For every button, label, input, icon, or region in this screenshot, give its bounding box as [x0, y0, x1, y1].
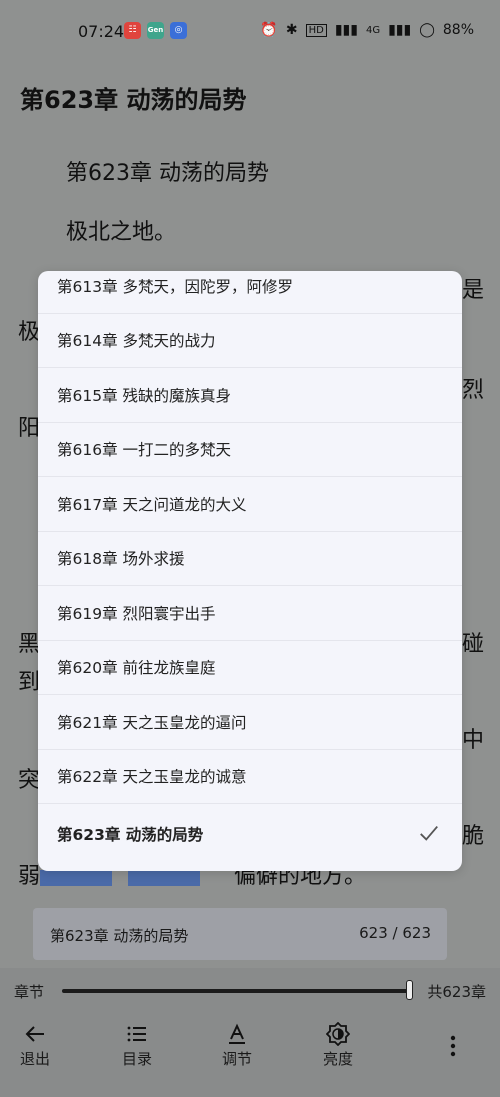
bottom-toolbar: 退出 目录 调节 亮度	[0, 1018, 500, 1088]
reader-text-fragment: 黑	[18, 632, 41, 657]
network-label: 4G	[365, 24, 381, 36]
chapter-title: 第618章 场外求援	[57, 550, 185, 569]
reader-text-fragment: 是	[462, 278, 485, 303]
exit-button[interactable]: 退出	[0, 1018, 70, 1088]
reader-text-fragment: 弱	[18, 864, 41, 889]
adjust-button[interactable]: 调节	[202, 1018, 272, 1088]
reader-text-fragment: 烈	[462, 378, 485, 403]
chapter-title: 第614章 多梵天的战力	[57, 332, 216, 351]
chapter-list-item[interactable]: 第622章 天之玉皇龙的诚意	[38, 750, 462, 804]
wifi-icon: ▮▮▮	[388, 22, 412, 38]
status-indicators: ⏰ ✱ HD ▮▮▮ 4G ▮▮▮ ◯ 88%	[260, 22, 474, 38]
toc-button[interactable]: 目录	[102, 1018, 172, 1088]
status-app-icons: ☷ Gen ◎	[124, 22, 187, 39]
reader-text-fragment: 中	[462, 728, 485, 753]
notification-app-icon: Gen	[147, 22, 164, 39]
chapter-list-item[interactable]: 第617章 天之问道龙的大义	[38, 477, 462, 532]
chapter-title: 第615章 残缺的魔族真身	[57, 386, 232, 405]
notification-app-icon: ◎	[170, 22, 187, 39]
highlight-block	[40, 870, 112, 886]
chapter-list-item[interactable]: 第614章 多梵天的战力	[38, 314, 462, 368]
exit-label: 退出	[19, 1050, 50, 1068]
chapter-list-popup[interactable]: 第613章 多梵天，因陀罗，阿修罗 第614章 多梵天的战力 第615章 残缺的…	[38, 271, 462, 871]
bluetooth-icon: ✱	[285, 22, 298, 38]
chapter-list-item[interactable]: 第615章 残缺的魔族真身	[38, 368, 462, 423]
chapter-slider-thumb[interactable]	[406, 980, 413, 1000]
chapter-slider-track[interactable]	[62, 989, 412, 993]
brightness-icon	[326, 1022, 350, 1046]
slider-label: 章节	[14, 983, 45, 1001]
chapter-title: 第616章 一打二的多梵天	[57, 441, 232, 460]
notification-app-icon: ☷	[124, 22, 141, 39]
status-time: 07:24	[78, 22, 125, 41]
chapter-heading: 第623章 动荡的局势	[66, 161, 269, 186]
chapter-list-item[interactable]: 第620章 前往龙族皇庭	[38, 641, 462, 695]
chapter-list[interactable]: 第613章 多梵天，因陀罗，阿修罗 第614章 多梵天的战力 第615章 残缺的…	[38, 271, 462, 864]
signal-icon: ▮▮▮	[334, 22, 358, 38]
current-chapter-title: 第623章 动荡的局势	[50, 927, 189, 945]
reader-text-fragment: 突	[18, 768, 41, 793]
reader-header-title: 第623章 动荡的局势	[20, 86, 247, 114]
checkmark-icon	[420, 825, 438, 841]
chapter-list-item-current[interactable]: 第623章 动荡的局势	[38, 804, 462, 864]
more-vertical-icon	[450, 1035, 456, 1057]
status-bar: 07:24 ☷ Gen ◎ ⏰ ✱ HD ▮▮▮ 4G ▮▮▮ ◯ 88%	[0, 0, 500, 64]
back-arrow-icon	[25, 1026, 44, 1042]
reader-text-fragment: 阳	[18, 416, 41, 441]
total-chapters-label: 共623章	[427, 983, 486, 1001]
bottom-control-panel: 章节 共623章 退出 目录 调节 亮度	[0, 968, 500, 1097]
chapter-title: 第617章 天之问道龙的大义	[57, 495, 247, 514]
chapter-slider-row: 章节 共623章	[0, 968, 500, 1012]
reader-text-fragment: 到	[18, 670, 41, 695]
hd-icon: HD	[305, 23, 327, 37]
more-options-button[interactable]	[418, 1018, 488, 1088]
chapter-list-item[interactable]: 第621章 天之玉皇龙的逼问	[38, 695, 462, 750]
chapter-title: 第622章 天之玉皇龙的诚意	[57, 768, 247, 787]
text-format-icon	[229, 1023, 245, 1044]
highlight-block	[128, 870, 200, 886]
chapter-list-item[interactable]: 第616章 一打二的多梵天	[38, 423, 462, 477]
reader-text-fragment: 极	[18, 320, 41, 345]
list-icon	[127, 1026, 146, 1042]
brightness-button[interactable]: 亮度	[303, 1018, 373, 1088]
chapter-list-item[interactable]: 第613章 多梵天，因陀罗，阿修罗	[38, 271, 462, 314]
chapter-list-item[interactable]: 第619章 烈阳寰宇出手	[38, 586, 462, 641]
chapter-title: 第619章 烈阳寰宇出手	[57, 604, 216, 623]
battery-icon: ◯	[419, 22, 435, 38]
reader-paragraph: 极北之地。	[66, 220, 177, 245]
chapter-title: 第623章 动荡的局势	[57, 826, 204, 844]
battery-percent: 88%	[442, 22, 474, 38]
reader-text-fragment: 脆	[462, 824, 485, 849]
toc-label: 目录	[121, 1050, 152, 1068]
chapter-list-item[interactable]: 第618章 场外求援	[38, 532, 462, 586]
chapter-title: 第613章 多梵天，因陀罗，阿修罗	[57, 277, 294, 296]
adjust-label: 调节	[221, 1050, 252, 1068]
brightness-label: 亮度	[322, 1050, 353, 1068]
current-chapter-card: 第623章 动荡的局势 623 / 623	[33, 908, 447, 960]
alarm-icon: ⏰	[260, 22, 278, 38]
chapter-count: 623 / 623	[359, 924, 431, 942]
chapter-title: 第621章 天之玉皇龙的逼问	[57, 713, 247, 732]
reader-text-fragment: 碰	[462, 632, 485, 657]
chapter-title: 第620章 前往龙族皇庭	[57, 659, 216, 678]
